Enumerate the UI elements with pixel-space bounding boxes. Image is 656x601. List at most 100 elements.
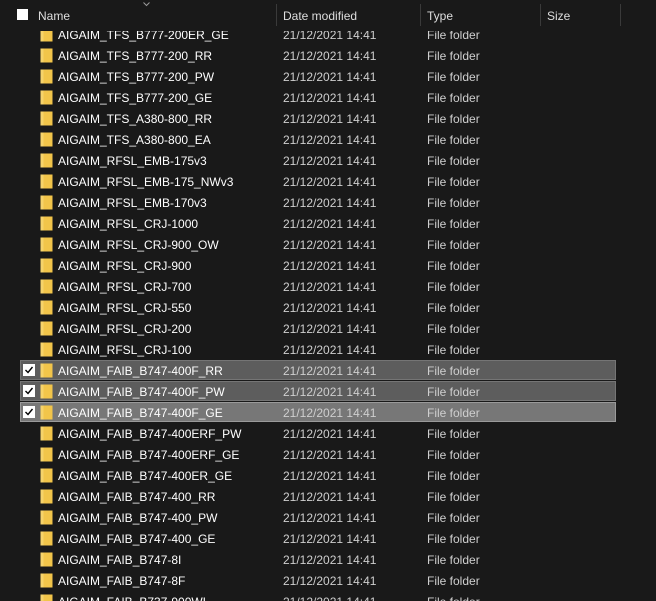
date-modified: 21/12/2021 14:41: [283, 259, 377, 273]
file-name: AIGAIM_FAIB_B747-400_PW: [58, 511, 218, 525]
folder-icon: [40, 90, 53, 105]
file-row[interactable]: AIGAIM_FAIB_B747-400_PW 21/12/2021 14:41 F…: [0, 507, 656, 528]
column-separator[interactable]: [420, 4, 421, 26]
file-name: AIGAIM_RFSL_CRJ-200: [58, 322, 192, 336]
file-type: File folder: [427, 469, 480, 483]
file-row[interactable]: AIGAIM_RFSL_CRJ-100 21/12/2021 14:41 File …: [0, 339, 656, 360]
file-row[interactable]: AIGAIM_FAIB_B747-400F_PW 21/12/2021 14:41…: [0, 381, 656, 402]
folder-icon: [40, 573, 53, 588]
folder-icon: [40, 468, 53, 483]
column-separator[interactable]: [276, 4, 277, 26]
checkmark-icon: [25, 387, 34, 395]
date-modified: 21/12/2021 14:41: [283, 133, 377, 147]
file-row[interactable]: AIGAIM_FAIB_B747-400F_GE 21/12/2021 14:41…: [0, 402, 656, 423]
column-header-type[interactable]: Type: [427, 9, 453, 23]
file-name: AIGAIM_FAIB_B747-8I: [58, 553, 182, 567]
date-modified: 21/12/2021 14:41: [283, 385, 377, 399]
file-type: File folder: [427, 91, 480, 105]
file-row[interactable]: AIGAIM_FAIB_B737-900WL 21/12/2021 14:41 Fi…: [0, 591, 656, 601]
file-row[interactable]: AIGAIM_FAIB_B747-8I 21/12/2021 14:41 File …: [0, 549, 656, 570]
date-modified: 21/12/2021 14:41: [283, 532, 377, 546]
folder-icon: [40, 321, 53, 336]
column-separator[interactable]: [620, 4, 621, 26]
date-modified: 21/12/2021 14:41: [283, 112, 377, 126]
file-name: AIGAIM_TFS_B777-200_GE: [58, 91, 213, 105]
file-row[interactable]: AIGAIM_RFSL_EMB-175_NWv3 21/12/2021 14:41…: [0, 171, 656, 192]
folder-icon: [40, 279, 53, 294]
file-row[interactable]: AIGAIM_RFSL_CRJ-1000 21/12/2021 14:41 File…: [0, 213, 656, 234]
file-type: File folder: [427, 217, 480, 231]
file-name: AIGAIM_FAIB_B747-400_RR: [58, 490, 216, 504]
file-name: AIGAIM_FAIB_B747-400ERF_GE: [58, 448, 240, 462]
date-modified: 21/12/2021 14:41: [283, 322, 377, 336]
file-type: File folder: [427, 595, 480, 601]
file-name: AIGAIM_RFSL_CRJ-900: [58, 259, 192, 273]
select-all-checkbox[interactable]: [17, 9, 28, 20]
file-name: AIGAIM_FAIB_B747-8F: [58, 574, 186, 588]
file-type: File folder: [427, 490, 480, 504]
file-name: AIGAIM_FAIB_B747-400_GE: [58, 532, 216, 546]
row-checkbox[interactable]: [23, 385, 35, 397]
file-row[interactable]: AIGAIM_FAIB_B747-400F_RR 21/12/2021 14:41…: [0, 360, 656, 381]
column-header-bar: Name Date modified Type Size: [0, 0, 656, 31]
file-row[interactable]: AIGAIM_FAIB_B747-400ER_GE 21/12/2021 14:4…: [0, 465, 656, 486]
file-type: File folder: [427, 574, 480, 588]
file-row[interactable]: AIGAIM_TFS_A380-800_RR 21/12/2021 14:41 Fi…: [0, 108, 656, 129]
date-modified: 21/12/2021 14:41: [283, 427, 377, 441]
file-row[interactable]: AIGAIM_TFS_B777-200_PW 21/12/2021 14:41 Fi…: [0, 66, 656, 87]
file-row[interactable]: AIGAIM_TFS_B777-200_GE 21/12/2021 14:41 Fi…: [0, 87, 656, 108]
file-type: File folder: [427, 448, 480, 462]
column-header-size[interactable]: Size: [547, 9, 570, 23]
file-row[interactable]: AIGAIM_FAIB_B747-400ERF_PW 21/12/2021 14:…: [0, 423, 656, 444]
file-row[interactable]: AIGAIM_RFSL_CRJ-900_OW 21/12/2021 14:41 Fi…: [0, 234, 656, 255]
file-row[interactable]: AIGAIM_RFSL_CRJ-200 21/12/2021 14:41 File …: [0, 318, 656, 339]
file-list: AIGAIM_TFS_B777-200ER_GE 21/12/2021 14:41…: [0, 24, 656, 601]
date-modified: 21/12/2021 14:41: [283, 238, 377, 252]
date-modified: 21/12/2021 14:41: [283, 196, 377, 210]
file-type: File folder: [427, 301, 480, 315]
file-row[interactable]: AIGAIM_TFS_B777-200_RR 21/12/2021 14:41 Fi…: [0, 45, 656, 66]
file-row[interactable]: AIGAIM_RFSL_CRJ-550 21/12/2021 14:41 File …: [0, 297, 656, 318]
date-modified: 21/12/2021 14:41: [283, 154, 377, 168]
file-row[interactable]: AIGAIM_FAIB_B747-400_GE 21/12/2021 14:41 F…: [0, 528, 656, 549]
folder-icon: [40, 153, 53, 168]
column-header-date-modified[interactable]: Date modified: [283, 9, 357, 23]
file-type: File folder: [427, 343, 480, 357]
file-row[interactable]: AIGAIM_FAIB_B747-8F 21/12/2021 14:41 File …: [0, 570, 656, 591]
folder-icon: [40, 510, 53, 525]
file-name: AIGAIM_RFSL_EMB-175_NWv3: [58, 175, 234, 189]
file-row[interactable]: AIGAIM_FAIB_B747-400ERF_GE 21/12/2021 14:…: [0, 444, 656, 465]
file-type: File folder: [427, 511, 480, 525]
file-row[interactable]: AIGAIM_RFSL_EMB-175v3 21/12/2021 14:41 Fil…: [0, 150, 656, 171]
file-name: AIGAIM_RFSL_CRJ-700: [58, 280, 192, 294]
file-name: AIGAIM_FAIB_B747-400ER_GE: [58, 469, 233, 483]
folder-icon: [40, 384, 53, 399]
date-modified: 21/12/2021 14:41: [283, 574, 377, 588]
file-row[interactable]: AIGAIM_RFSL_CRJ-900 21/12/2021 14:41 File …: [0, 255, 656, 276]
file-name: AIGAIM_TFS_A380-800_RR: [58, 112, 213, 126]
file-row[interactable]: AIGAIM_RFSL_EMB-170v3 21/12/2021 14:41 Fil…: [0, 192, 656, 213]
file-name: AIGAIM_RFSL_EMB-175v3: [58, 154, 207, 168]
row-checkbox[interactable]: [23, 406, 35, 418]
file-name: AIGAIM_TFS_B777-200_RR: [58, 49, 213, 63]
file-name: AIGAIM_RFSL_CRJ-900_OW: [58, 238, 219, 252]
file-row[interactable]: AIGAIM_TFS_A380-800_EA 21/12/2021 14:41 Fi…: [0, 129, 656, 150]
file-type: File folder: [427, 175, 480, 189]
folder-icon: [40, 300, 53, 315]
row-checkbox[interactable]: [23, 364, 35, 376]
column-separator[interactable]: [540, 4, 541, 26]
folder-icon: [40, 237, 53, 252]
file-type: File folder: [427, 553, 480, 567]
folder-icon: [40, 342, 53, 357]
date-modified: 21/12/2021 14:41: [283, 49, 377, 63]
sort-chevron-icon[interactable]: [143, 2, 150, 7]
date-modified: 21/12/2021 14:41: [283, 406, 377, 420]
column-header-name[interactable]: Name: [38, 9, 70, 23]
file-row[interactable]: AIGAIM_FAIB_B747-400_RR 21/12/2021 14:41 F…: [0, 486, 656, 507]
file-row[interactable]: AIGAIM_RFSL_CRJ-700 21/12/2021 14:41 File …: [0, 276, 656, 297]
file-type: File folder: [427, 322, 480, 336]
date-modified: 21/12/2021 14:41: [283, 511, 377, 525]
date-modified: 21/12/2021 14:41: [283, 364, 377, 378]
file-type: File folder: [427, 112, 480, 126]
file-type: File folder: [427, 196, 480, 210]
